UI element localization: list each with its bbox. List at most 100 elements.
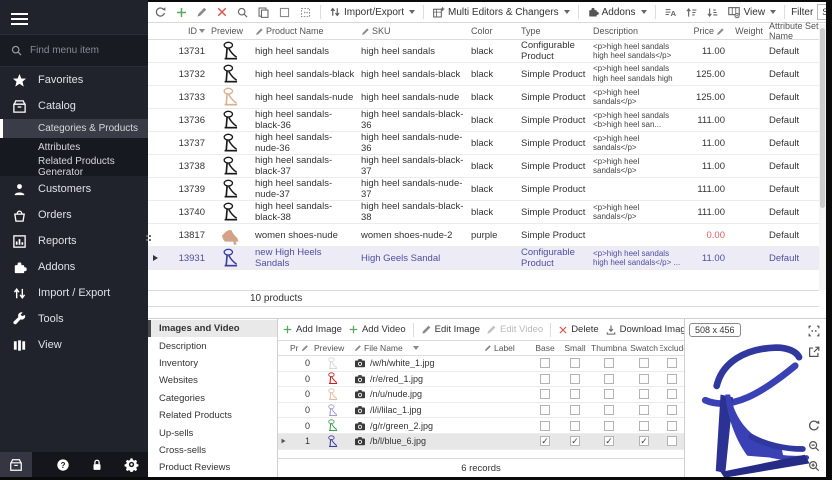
import-export-dropdown[interactable]: Import/Export	[327, 5, 417, 19]
search-button[interactable]	[234, 5, 251, 20]
panel-splitter-handle[interactable]	[146, 235, 148, 237]
column-preview[interactable]: Preview	[312, 343, 352, 353]
column-preview[interactable]: Preview	[208, 26, 252, 36]
menu-search-input[interactable]	[30, 45, 130, 56]
tab-up-sells[interactable]: Up-sells	[148, 424, 277, 441]
column-id[interactable]: ID	[162, 26, 208, 36]
swatch-checkbox[interactable]	[639, 374, 649, 384]
column-swatch[interactable]: Swatch	[628, 343, 660, 353]
cell-price[interactable]: 11.00	[686, 138, 728, 149]
tab-description[interactable]: Description	[148, 337, 277, 354]
swatch-checkbox[interactable]: ✓	[639, 436, 649, 446]
product-row[interactable]: 13740 high heel sandals-black-38 high he…	[148, 201, 826, 224]
column-attribute-set[interactable]: Attribute Set Name	[766, 21, 826, 41]
row-expander[interactable]	[148, 255, 162, 261]
column-color[interactable]: Color	[468, 26, 518, 36]
cell-sku[interactable]: high heel sandals-nude-36	[358, 132, 468, 154]
tab-related-products[interactable]: Related Products	[148, 407, 277, 424]
sidebar-item-orders[interactable]: Orders	[0, 202, 148, 228]
small-checkbox[interactable]	[570, 389, 580, 399]
swatch-checkbox[interactable]	[639, 358, 649, 368]
cell-price[interactable]: 111.00	[686, 115, 728, 126]
cell-product-name[interactable]: high heel sandals-nude-36	[252, 132, 358, 154]
tab-categories[interactable]: Categories	[148, 390, 277, 407]
duplicate-button[interactable]	[255, 5, 272, 20]
tab-inventory[interactable]: Inventory	[148, 355, 277, 372]
exclude-checkbox[interactable]	[667, 374, 677, 384]
column-product-name[interactable]: Product Name	[252, 26, 358, 36]
cell-file-name[interactable]: /n/u/nude.jpg	[352, 389, 482, 399]
column-label[interactable]: Label	[482, 343, 530, 353]
thumbnail-checkbox[interactable]: ✓	[604, 436, 614, 446]
column-type[interactable]: Type	[518, 26, 590, 36]
cell-product-name[interactable]: high heel sandals-black-37	[252, 155, 358, 177]
image-row[interactable]: 0 /n/u/nude.jpg	[278, 387, 684, 403]
tab-product-reviews[interactable]: Product Reviews	[148, 459, 277, 476]
cell-priority[interactable]: 0	[288, 389, 312, 399]
product-grid-scrollbar[interactable]	[819, 24, 826, 290]
sidebar-item-view[interactable]: View	[0, 332, 148, 358]
exclude-checkbox[interactable]	[667, 421, 677, 431]
cell-product-name[interactable]: high heel sandals-black	[252, 69, 358, 80]
cell-file-name[interactable]: /r/e/red_1.jpg	[352, 374, 482, 384]
column-price[interactable]: Price	[686, 26, 728, 36]
add-image-button[interactable]: Add Image	[281, 323, 343, 336]
tab-cross-sells[interactable]: Cross-sells	[148, 442, 277, 459]
add-video-button[interactable]: Add Video	[347, 323, 407, 336]
product-row[interactable]: 13737 high heel sandals-nude-36 high hee…	[148, 132, 826, 155]
edit-video-button[interactable]: Edit Video	[485, 323, 544, 336]
exclude-checkbox[interactable]	[667, 358, 677, 368]
column-thumbnail[interactable]: Thumbna	[590, 343, 628, 353]
image-row[interactable]: 0 /w/h/white_1.jpg	[278, 356, 684, 372]
sidebar-item-import-export[interactable]: Import / Export	[0, 280, 148, 306]
product-row[interactable]: 13732 high heel sandals-black high heel …	[148, 63, 826, 86]
cell-file-name[interactable]: /g/r/green_2.jpg	[352, 421, 482, 431]
cell-sku[interactable]: high heel sandals-nude-37	[358, 178, 468, 200]
swatch-checkbox[interactable]	[639, 389, 649, 399]
delete-image-button[interactable]: Delete	[557, 323, 599, 336]
paste-special-button[interactable]	[297, 5, 314, 20]
column-exclude[interactable]: Exclude	[660, 343, 684, 353]
category-filter-select[interactable]: Show products from selected categories	[817, 4, 826, 20]
cell-product-name[interactable]: high heel sandals-nude	[252, 92, 358, 103]
cell-file-name[interactable]: /b/l/blue_6.jpg	[352, 436, 482, 446]
exclude-checkbox[interactable]	[667, 436, 677, 446]
hamburger-menu-button[interactable]	[0, 0, 148, 34]
cell-priority[interactable]: 0	[288, 405, 312, 415]
thumbnail-checkbox[interactable]	[604, 358, 614, 368]
store-icon[interactable]	[0, 452, 32, 477]
cell-sku[interactable]: High Geels Sandal	[358, 253, 468, 264]
sidebar-item-reports[interactable]: Reports	[0, 228, 148, 254]
cell-sku[interactable]: high heel sandals-nude	[358, 92, 468, 103]
cell-price[interactable]: 111.00	[686, 207, 728, 218]
column-pr[interactable]: Pr	[288, 343, 312, 353]
cell-file-name[interactable]: /w/h/white_1.jpg	[352, 358, 482, 368]
cell-sku[interactable]: high heel sandals-black-37	[358, 155, 468, 177]
row-expander[interactable]	[278, 438, 288, 444]
sidebar-item-tools[interactable]: Tools	[0, 306, 148, 332]
cell-price[interactable]: 111.00	[686, 184, 728, 195]
sidebar-subitem-attributes[interactable]: Attributes	[0, 138, 148, 157]
cell-product-name[interactable]: new High Heels Sandals	[252, 247, 358, 269]
sidebar-item-customers[interactable]: Customers	[0, 176, 148, 202]
small-checkbox[interactable]: ✓	[570, 436, 580, 446]
cell-sku[interactable]: high heel sandals-black-36	[358, 109, 468, 131]
cell-sku[interactable]: women shoes-nude-2	[358, 230, 468, 241]
tab-websites[interactable]: Websites	[148, 372, 277, 389]
cell-priority[interactable]: 0	[288, 421, 312, 431]
cell-price[interactable]: 125.00	[686, 92, 728, 103]
open-external-icon[interactable]	[807, 345, 821, 359]
thumbnail-checkbox[interactable]	[604, 389, 614, 399]
lock-icon[interactable]	[80, 458, 114, 472]
product-row[interactable]: 13731 high heel sandals high heel sandal…	[148, 40, 826, 63]
zoom-in-icon[interactable]	[807, 459, 821, 473]
edit-product-button[interactable]	[194, 5, 210, 19]
image-row[interactable]: 0 /r/e/red_1.jpg	[278, 372, 684, 388]
autosize-columns-button[interactable]	[662, 5, 679, 20]
sidebar-subitem-categories-products[interactable]: Categories & Products	[0, 119, 148, 138]
small-checkbox[interactable]	[570, 421, 580, 431]
cell-price[interactable]: 11.00	[686, 161, 728, 172]
rotate-refresh-icon[interactable]	[807, 419, 821, 433]
image-row[interactable]: 1 /b/l/blue_6.jpg ✓ ✓ ✓ ✓	[278, 434, 684, 450]
cell-product-name[interactable]: women shoes-nude	[252, 230, 358, 241]
